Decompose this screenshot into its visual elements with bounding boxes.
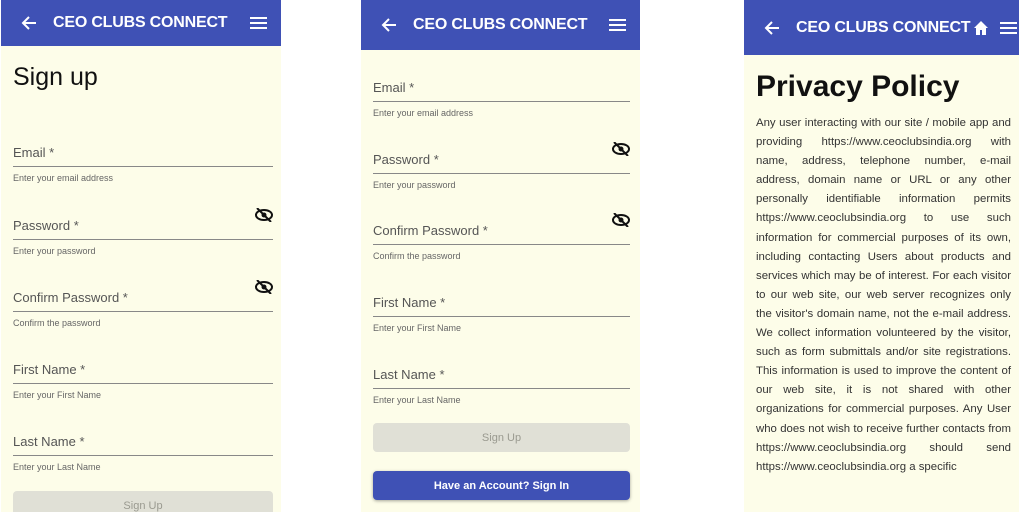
- last-name-field[interactable]: Last Name * Enter your Last Name: [373, 365, 630, 405]
- signup-screen-scrolled: CEO CLUBS CONNECT Email * Enter your ema…: [361, 0, 640, 512]
- first-name-field[interactable]: First Name * Enter your First Name: [13, 360, 273, 400]
- signup-screen: CEO CLUBS CONNECT Sign up Email * Enter …: [1, 0, 281, 512]
- last-name-underline: [13, 455, 273, 456]
- password-underline: [13, 239, 273, 240]
- password-label: Password *: [13, 218, 79, 233]
- first-name-label: First Name *: [13, 362, 86, 377]
- app-bar: CEO CLUBS CONNECT: [1, 0, 281, 46]
- sign-up-button[interactable]: Sign Up: [13, 491, 273, 512]
- app-title: CEO CLUBS CONNECT: [796, 18, 971, 36]
- privacy-policy-screen: CEO CLUBS CONNECT Privacy Policy Any use…: [744, 0, 1019, 512]
- privacy-policy-text: Any user interacting with our site / mob…: [756, 117, 1011, 473]
- hamburger-menu-icon[interactable]: [250, 17, 267, 30]
- sign-up-button[interactable]: Sign Up: [373, 423, 630, 452]
- last-name-underline: [373, 388, 630, 389]
- email-field[interactable]: Email * Enter your email address: [13, 143, 273, 183]
- password-field[interactable]: Password * Enter your password: [13, 208, 273, 256]
- hamburger-menu-icon[interactable]: [609, 19, 626, 32]
- visibility-off-icon[interactable]: [612, 142, 630, 156]
- sign-in-button[interactable]: Have an Account? Sign In: [373, 471, 630, 500]
- confirm-password-underline: [13, 311, 273, 312]
- confirm-password-hint: Confirm the password: [13, 318, 101, 328]
- email-hint: Enter your email address: [373, 108, 474, 118]
- last-name-hint: Enter your Last Name: [13, 462, 101, 472]
- hamburger-menu-icon[interactable]: [1000, 21, 1017, 34]
- first-name-field[interactable]: First Name * Enter your First Name: [373, 293, 630, 333]
- visibility-off-icon[interactable]: [255, 280, 273, 294]
- page-title: Privacy Policy: [756, 70, 960, 103]
- password-field[interactable]: Password * Enter your password: [373, 142, 630, 190]
- last-name-label: Last Name *: [373, 367, 445, 382]
- email-field[interactable]: Email * Enter your email address: [373, 78, 630, 118]
- first-name-underline: [13, 383, 273, 384]
- app-bar: CEO CLUBS CONNECT: [744, 0, 1019, 55]
- first-name-label: First Name *: [373, 295, 446, 310]
- email-hint: Enter your email address: [13, 173, 114, 183]
- email-label: Email *: [373, 80, 415, 95]
- page-title: Sign up: [13, 63, 98, 91]
- visibility-off-icon[interactable]: [255, 208, 273, 222]
- email-underline: [13, 166, 273, 167]
- confirm-password-underline: [373, 244, 630, 245]
- email-underline: [373, 101, 630, 102]
- app-bar: CEO CLUBS CONNECT: [361, 0, 640, 50]
- visibility-off-icon[interactable]: [612, 213, 630, 227]
- confirm-password-hint: Confirm the password: [373, 251, 461, 261]
- home-icon[interactable]: [973, 20, 989, 36]
- password-label: Password *: [373, 152, 439, 167]
- password-underline: [373, 173, 630, 174]
- password-hint: Enter your password: [373, 180, 456, 190]
- email-label: Email *: [13, 145, 55, 160]
- back-arrow-icon[interactable]: [764, 20, 780, 35]
- app-title: CEO CLUBS CONNECT: [413, 16, 588, 33]
- first-name-underline: [373, 316, 630, 317]
- last-name-hint: Enter your Last Name: [373, 395, 461, 405]
- password-hint: Enter your password: [13, 246, 96, 256]
- confirm-password-label: Confirm Password *: [13, 290, 128, 305]
- app-title: CEO CLUBS CONNECT: [53, 14, 228, 31]
- last-name-label: Last Name *: [13, 434, 85, 449]
- confirm-password-field[interactable]: Confirm Password * Confirm the password: [13, 280, 273, 328]
- first-name-hint: Enter your First Name: [373, 323, 462, 333]
- back-arrow-icon[interactable]: [21, 16, 37, 30]
- confirm-password-field[interactable]: Confirm Password * Confirm the password: [373, 213, 630, 261]
- first-name-hint: Enter your First Name: [13, 390, 102, 400]
- back-arrow-icon[interactable]: [381, 18, 397, 32]
- confirm-password-label: Confirm Password *: [373, 223, 488, 238]
- last-name-field[interactable]: Last Name * Enter your Last Name: [13, 432, 273, 472]
